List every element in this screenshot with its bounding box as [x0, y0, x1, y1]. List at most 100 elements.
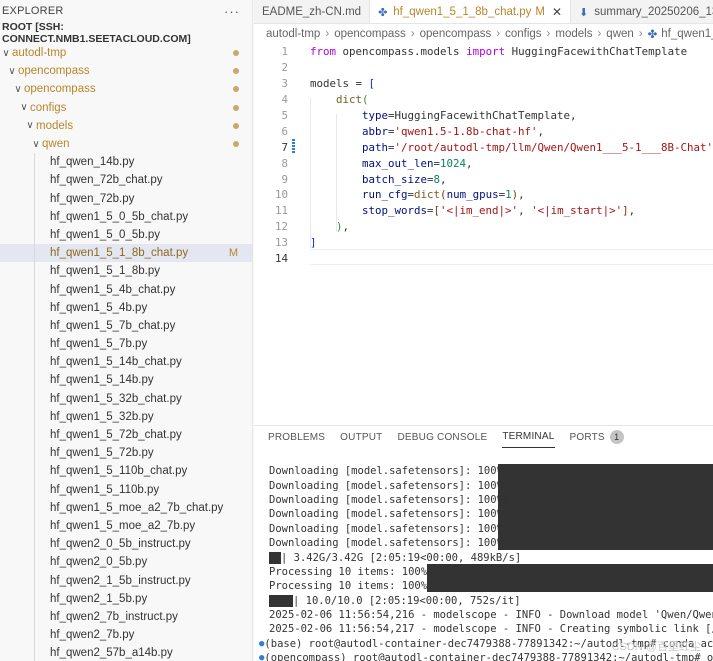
file-item[interactable]: hf_qwen1_5_4b_chat.py	[0, 280, 252, 299]
param-value: HuggingFacewithChatTemplate	[394, 109, 571, 122]
tree-indent-guide	[34, 225, 35, 245]
breadcrumb-item[interactable]: qwen	[606, 28, 634, 40]
file-item[interactable]: hf_qwen1_5_moe_a2_7b_chat.py	[0, 498, 252, 517]
param-key: type	[362, 109, 389, 122]
modified-badge: M	[228, 247, 238, 260]
file-item[interactable]: hf_qwen2_1_5b_instruct.py	[0, 571, 252, 590]
tab-ports[interactable]: PORTS 1	[570, 426, 624, 448]
breadcrumb-item[interactable]: models	[555, 28, 592, 40]
file-item[interactable]: hf_qwen1_5_14b.py	[0, 371, 252, 390]
file-label: hf_qwen1_5_0_5b.py	[50, 228, 160, 241]
line-number: 6	[281, 124, 288, 138]
breadcrumb-item[interactable]: opencompass	[334, 28, 406, 40]
file-label: hf_qwen_72b_chat.py	[50, 174, 163, 187]
tree-indent-guide	[34, 498, 35, 517]
file-label: hf_qwen1_5_4b.py	[50, 301, 148, 314]
file-item[interactable]: hf_qwen1_5_72b_chat.py	[0, 425, 252, 445]
file-item[interactable]: hf_qwen1_5_7b_chat.py	[0, 316, 252, 335]
tab-terminal[interactable]: TERMINAL	[502, 426, 555, 448]
file-label: hf_qwen1_5_72b.py	[50, 447, 154, 460]
folder-qwen[interactable]: ∨ qwen	[0, 135, 252, 153]
folder-opencompass[interactable]: ∨ opencompass	[0, 62, 252, 80]
editor-tab-bar: EADME_zh-CN.md ✤ hf_qwen1_5_1_8b_chat.py…	[254, 0, 713, 24]
file-item[interactable]: hf_qwen1_5_110b.py	[0, 480, 252, 499]
file-item[interactable]: hf_qwen1_5_110b_chat.py	[0, 462, 252, 481]
file-label: hf_qwen1_5_32b_chat.py	[50, 392, 182, 405]
breadcrumb-item[interactable]: hf_qwen1_5_1_8	[661, 28, 713, 40]
file-item[interactable]: hf_qwen1_5_7b.py	[0, 335, 252, 354]
folder-label: opencompass	[18, 65, 90, 78]
string-literal: '/root/autodl-tmp/llm/Qwen/Qwen1___5-1__…	[394, 140, 713, 154]
breadcrumb-item[interactable]: configs	[505, 28, 541, 40]
file-item[interactable]: hf_qwen_72b.py	[0, 189, 252, 208]
file-item[interactable]: hf_qwen1_5_32b_chat.py	[0, 389, 252, 408]
folder-opencompass-inner[interactable]: ∨ opencompass	[0, 80, 252, 98]
folder-configs[interactable]: ∨ configs	[0, 99, 252, 117]
ellipsis-icon[interactable]: ···	[224, 4, 240, 19]
file-label: hf_qwen2_0_5b_instruct.py	[50, 538, 191, 551]
terminal-line: Processing 10 items: 100%|	[269, 580, 434, 593]
modified-dot	[233, 122, 239, 129]
file-item[interactable]: hf_qwen_72b_chat.py	[0, 171, 252, 190]
code-line: 3 models = [	[254, 76, 713, 92]
file-item[interactable]: hf_qwen1_5_32b.py	[0, 407, 252, 426]
file-item[interactable]: hf_qwen1_5_1_8b_chat.py M	[0, 244, 252, 263]
breadcrumb-item[interactable]: opencompass	[420, 28, 492, 40]
file-item[interactable]: hf_qwen1_5_moe_a2_7b.py	[0, 516, 252, 536]
code-line: 10 run_cfg=dict(num_gpus=1),	[254, 187, 713, 203]
param-key: stop_words	[362, 204, 428, 218]
file-item[interactable]: hf_qwen2_57b_a14b.py	[0, 644, 252, 661]
file-item[interactable]: hf_qwen1_5_72b.py	[0, 444, 252, 463]
line-number: 13	[274, 236, 288, 250]
file-item[interactable]: hf_qwen2_7b.py	[0, 626, 252, 645]
file-item[interactable]: hf_qwen1_5_0_5b.py	[0, 225, 252, 245]
line-number: 3	[281, 77, 288, 91]
comma: ,	[342, 220, 350, 234]
tab-problems[interactable]: PROBLEMS	[268, 426, 325, 448]
file-item[interactable]: hf_qwen1_5_0_5b_chat.py	[0, 207, 252, 226]
file-label: hf_qwen2_7b.py	[50, 629, 135, 642]
file-label: hf_qwen_72b.py	[50, 192, 135, 205]
explorer-sidebar: EXPLORER ··· ROOT [SSH: CONNECT.NMB1.SEE…	[0, 0, 253, 661]
folder-models[interactable]: ∨ models	[0, 117, 252, 135]
explorer-title: EXPLORER	[2, 5, 64, 17]
file-item[interactable]: hf_qwen2_0_5b_instruct.py	[0, 535, 252, 554]
file-item[interactable]: hf_qwen1_5_4b.py	[0, 298, 252, 317]
line-number: 12	[274, 220, 288, 234]
terminal-line: Downloading [model.safetensors]: 100%|	[269, 508, 510, 521]
code-line: 8 max_out_len=1024,	[254, 155, 713, 171]
python-file-icon: ✤	[378, 6, 388, 19]
chevron-down-icon: ∨	[8, 65, 16, 77]
string-literal: '<|im_end|>'	[440, 204, 519, 218]
folder-label: opencompass	[24, 83, 96, 96]
close-icon[interactable]: ✕	[552, 5, 562, 19]
code-line: 12 ),	[254, 219, 713, 235]
tree-indent-guide	[34, 171, 35, 190]
tree-indent-guide	[34, 371, 35, 390]
comma: ,	[570, 109, 577, 122]
workspace-root[interactable]: ROOT [SSH: CONNECT.NMB1.SEETACLOUD.COM]	[0, 21, 252, 45]
file-item[interactable]: hf_qwen_14b.py	[0, 153, 252, 172]
tab-summary[interactable]: ⬇ summary_20250206_132833.m	[571, 0, 713, 23]
file-item[interactable]: hf_qwen2_7b_instruct.py	[0, 607, 252, 626]
file-label: hf_qwen_14b.py	[50, 156, 135, 169]
folder-autodl-tmp[interactable]: ∨ autodl-tmp	[0, 44, 252, 62]
tab-debug-console[interactable]: DEBUG CONSOLE	[397, 426, 487, 448]
explorer-header: EXPLORER ···	[0, 0, 252, 22]
file-label: hf_qwen1_5_14b_chat.py	[50, 356, 182, 369]
file-item[interactable]: hf_qwen1_5_14b_chat.py	[0, 353, 252, 372]
file-item[interactable]: hf_qwen2_1_5b.py	[0, 589, 252, 608]
param-key: abbr	[362, 124, 389, 138]
tab-readme[interactable]: EADME_zh-CN.md	[254, 0, 371, 23]
file-item[interactable]: hf_qwen2_0_5b.py	[0, 553, 252, 572]
code-editor[interactable]: 1 from opencompass.models import Hugging…	[254, 44, 713, 425]
tree-indent-guide	[34, 589, 35, 608]
tree-indent-guide	[34, 607, 35, 626]
tab-output[interactable]: OUTPUT	[340, 426, 382, 448]
breadcrumb-item[interactable]: autodl-tmp	[266, 28, 320, 40]
tab-hf-qwen1-5-1-8b-chat[interactable]: ✤ hf_qwen1_5_1_8b_chat.py M ✕	[370, 0, 572, 23]
terminal-line: Downloading [model.safetensors]: 100%|	[269, 537, 510, 550]
terminal-output[interactable]: Downloading [model.safetensors]: 100%| D…	[259, 464, 713, 661]
function-name: dict	[336, 93, 363, 107]
file-item[interactable]: hf_qwen1_5_1_8b.py	[0, 262, 252, 281]
